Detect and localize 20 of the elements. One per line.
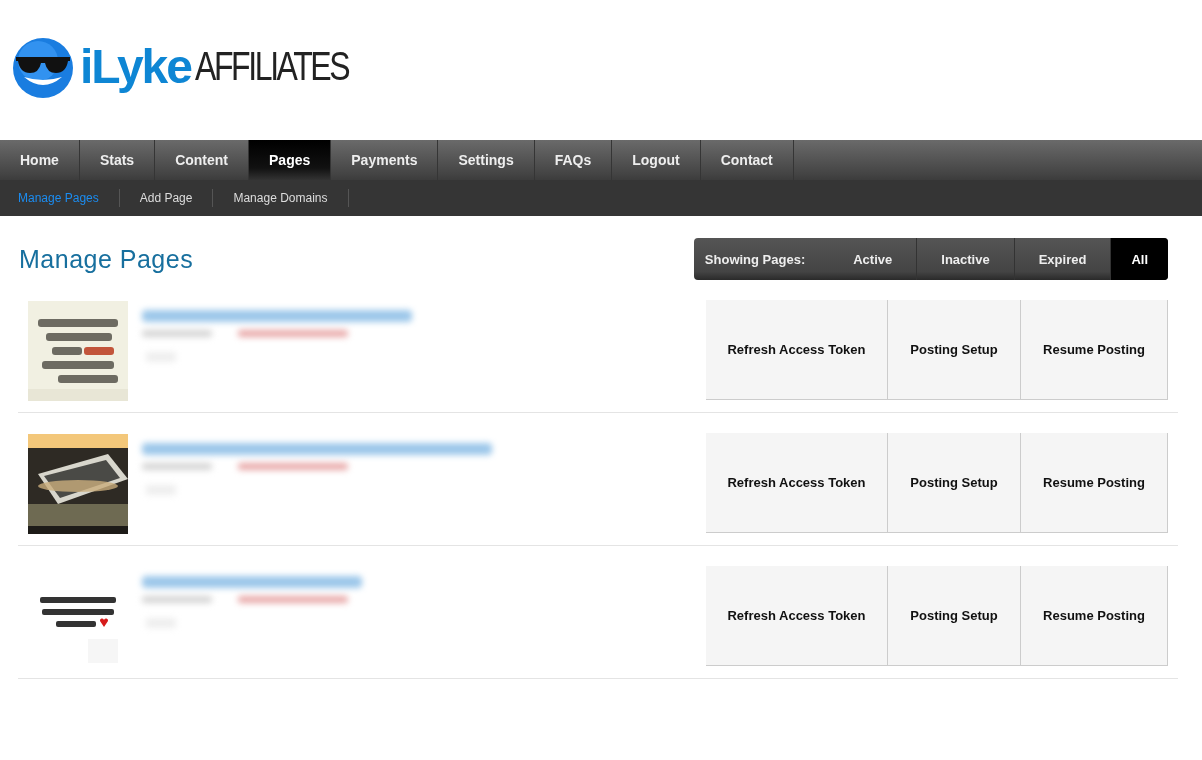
action-button[interactable]: Posting Setup (888, 433, 1021, 533)
action-button[interactable]: Resume Posting (1021, 433, 1168, 533)
subnav-link[interactable]: Manage Domains (233, 189, 349, 207)
logo-text: iLyke (80, 38, 191, 94)
action-button[interactable]: Resume Posting (1021, 300, 1168, 400)
action-button[interactable]: Refresh Access Token (706, 300, 888, 400)
logo-text: AFFILIATES (194, 43, 349, 89)
page-heading: Manage Pages (19, 244, 194, 274)
subnav-link[interactable]: Manage Pages (18, 189, 120, 207)
action-button[interactable]: Posting Setup (888, 566, 1021, 666)
filter-label: Showing Pages: (703, 251, 807, 267)
action-button[interactable]: Posting Setup (888, 300, 1021, 400)
nav-tab[interactable]: Pages (249, 140, 332, 180)
filter-tab[interactable]: Active (829, 238, 917, 280)
subnav-link[interactable]: Add Page (139, 189, 214, 207)
action-button[interactable]: Refresh Access Token (706, 433, 888, 533)
action-button[interactable]: Resume Posting (1021, 566, 1168, 666)
filter-tab[interactable]: Inactive (916, 238, 1014, 280)
action-button[interactable]: Refresh Access Token (706, 566, 888, 666)
filter-tab[interactable]: All (1110, 238, 1168, 280)
